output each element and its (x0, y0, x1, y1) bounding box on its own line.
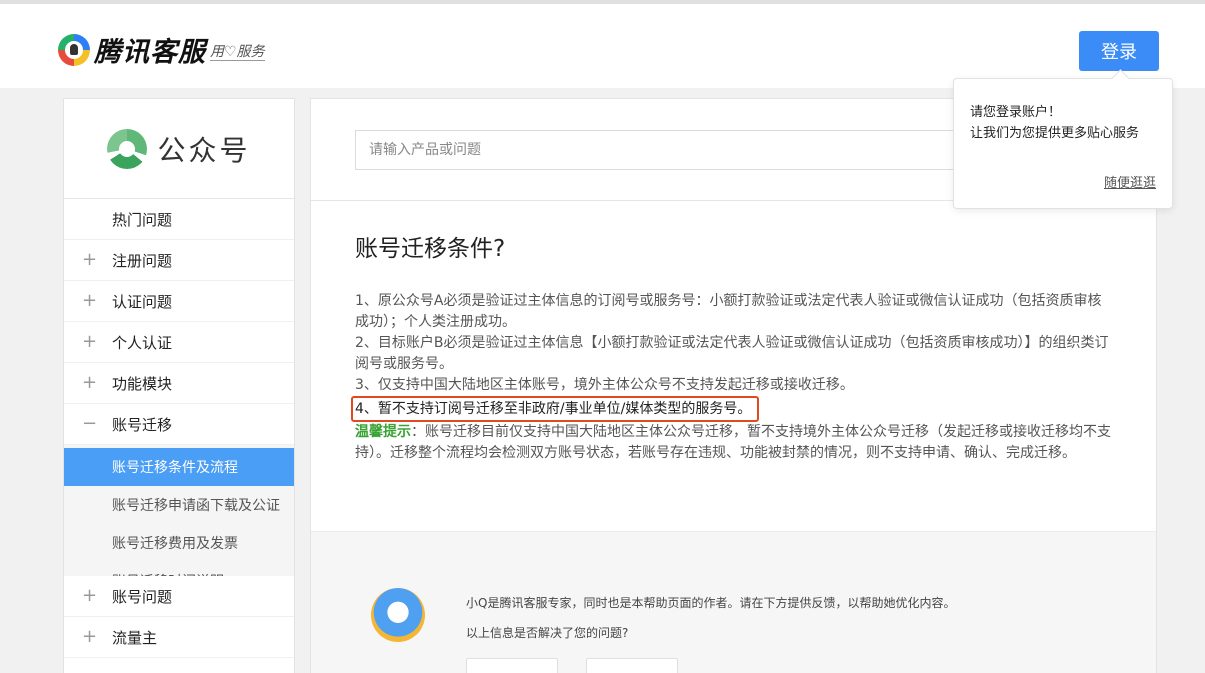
product-brand-label: 公众号 (157, 133, 251, 167)
feedback-section: 小Q是腾讯客服专家，同时也是本帮助页面的作者。请在下方提供反馈，以帮助她优化内容… (311, 531, 1156, 673)
expand-plus-icon: + (82, 249, 98, 270)
sidebar-nav: 热门问题 + 注册问题 + 认证问题 + 个人认证 + 功能模块 − 账号迁移 (64, 199, 294, 445)
sidebar-item-label: 认证问题 (112, 292, 173, 311)
logo-slogan: 用♡服务 (210, 44, 265, 61)
article: 账号迁移条件? 1、原公众号A必须是验证过主体信息的订阅号或服务号：小额打款验证… (351, 229, 1115, 464)
expand-plus-icon: + (82, 626, 98, 647)
sidebar-item-hot-questions[interactable]: 热门问题 (64, 199, 294, 240)
sidebar-item-label: 账号问题 (112, 587, 173, 606)
login-button[interactable]: 登录 (1079, 31, 1159, 71)
tip-label: 温馨提示 (355, 424, 411, 440)
product-brand[interactable]: 公众号 (64, 99, 294, 199)
wechat-official-account-icon (107, 128, 148, 169)
popup-line-1: 请您登录账户！ (970, 105, 1062, 120)
expand-plus-icon: + (82, 585, 98, 606)
popup-line-2: 让我们为您提供更多贴心服务 (970, 126, 1140, 141)
sidebar-item-label: 注册问题 (112, 251, 173, 270)
sidebar-item-account-issues[interactable]: + 账号问题 (64, 576, 294, 617)
sidebar-item-label: 个人认证 (112, 333, 173, 352)
expand-plus-icon: + (82, 372, 98, 393)
article-title: 账号迁移条件? (355, 236, 506, 262)
submenu-item-migration-letter[interactable]: 账号迁移申请函下载及公证 (64, 486, 294, 524)
article-paragraph-3: 3、仅支持中国大陆地区主体账号，境外主体公众号不支持发起迁移或接收迁移。 (355, 377, 854, 393)
feedback-no-button[interactable] (586, 658, 678, 673)
xiaoq-avatar-icon (371, 588, 425, 642)
site-header: 腾讯客服 用♡服务 登录 (0, 0, 1205, 88)
collapse-minus-icon: − (82, 413, 98, 434)
sidebar: 公众号 热门问题 + 注册问题 + 认证问题 + 个人认证 + 功能模块 − 账… (63, 98, 295, 673)
sidebar-item-registration[interactable]: + 注册问题 (64, 240, 294, 281)
tencent-support-logo[interactable]: 腾讯客服 用♡服务 (58, 30, 265, 69)
sidebar-item-label: 账号迁移 (112, 415, 173, 434)
submenu-item-migration-fees[interactable]: 账号迁移费用及发票 (64, 524, 294, 562)
article-tip: 温馨提示：账号迁移目前仅支持中国大陆地区主体公众号迁移，暂不支持境外主体公众号迁… (355, 422, 1115, 464)
sidebar-item-verification[interactable]: + 认证问题 (64, 281, 294, 322)
article-paragraph-2: 2、目标账户B必须是验证过主体信息【小额打款验证或法定代表人验证或微信认证成功（… (355, 335, 1109, 372)
submenu-item-migration-conditions[interactable]: 账号迁移条件及流程 (64, 448, 294, 486)
sidebar-item-personal-verification[interactable]: + 个人认证 (64, 322, 294, 363)
login-prompt-popup: 请您登录账户！ 让我们为您提供更多贴心服务 随便逛逛 (953, 78, 1173, 209)
expand-plus-icon: + (82, 290, 98, 311)
sidebar-nav-lower: + 账号问题 + 流量主 (64, 576, 294, 658)
sidebar-item-label: 热门问题 (112, 210, 173, 229)
sidebar-item-traffic-master[interactable]: + 流量主 (64, 617, 294, 658)
feedback-question: 以上信息是否解决了您的问题? (466, 626, 629, 640)
browse-casually-link[interactable]: 随便逛逛 (1104, 172, 1156, 191)
tencent-support-logo-icon (58, 33, 90, 66)
submenu-item-migration-time[interactable]: 账号迁移时间说明 (64, 562, 294, 576)
highlighted-paragraph-4: 4、暂不支持订阅号迁移至非政府/事业单位/媒体类型的服务号。 (351, 396, 760, 422)
feedback-intro: 小Q是腾讯客服专家，同时也是本帮助页面的作者。请在下方提供反馈，以帮助她优化内容… (466, 596, 956, 610)
account-migration-submenu: 账号迁移条件及流程 账号迁移申请函下载及公证 账号迁移费用及发票 账号迁移时间说… (64, 445, 294, 576)
expand-plus-icon: + (82, 331, 98, 352)
sidebar-item-features[interactable]: + 功能模块 (64, 363, 294, 404)
sidebar-item-label: 功能模块 (112, 374, 173, 393)
sidebar-item-label: 流量主 (112, 628, 158, 647)
search-input[interactable] (355, 130, 995, 170)
logo-text: 腾讯客服 (94, 37, 206, 68)
article-paragraph-1: 1、原公众号A必须是验证过主体信息的订阅号或服务号：小额打款验证或法定代表人验证… (355, 293, 1102, 330)
tip-text: ：账号迁移目前仅支持中国大陆地区主体公众号迁移，暂不支持境外主体公众号迁移（发起… (355, 424, 1111, 461)
feedback-yes-button[interactable] (466, 658, 558, 673)
sidebar-item-account-migration[interactable]: − 账号迁移 (64, 404, 294, 445)
